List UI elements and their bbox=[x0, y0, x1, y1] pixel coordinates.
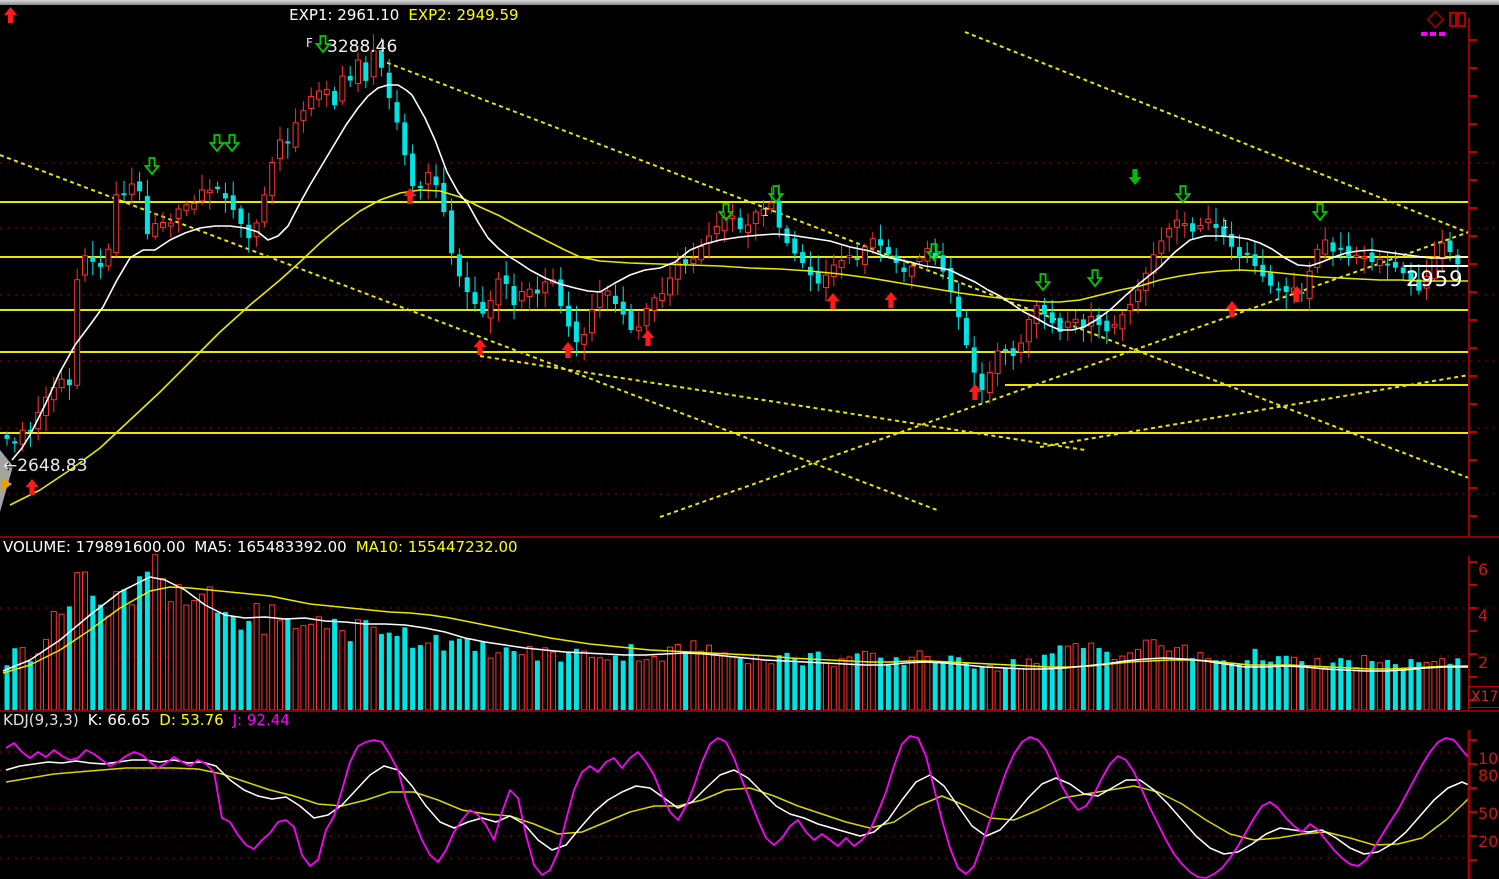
kdj-j-line bbox=[6, 736, 1469, 878]
axis-scale-label: 6 bbox=[1478, 560, 1488, 579]
main-chart-header: 上证指数(日线.前复权) EXPMA(12,50) EXP1: 2961.10 … bbox=[4, 7, 519, 24]
peak-price-label: 3288.46 bbox=[327, 37, 397, 57]
symbol-title: 上证指数(日线.前复权) bbox=[4, 7, 155, 24]
axis-scale-label: 4 bbox=[1478, 606, 1488, 625]
buy-up-arrow-marker bbox=[562, 342, 575, 358]
diamond-icon[interactable] bbox=[1428, 12, 1444, 28]
titlebar-icons bbox=[1418, 8, 1488, 38]
volume-ma10-value: MA10: 155447232.00 bbox=[356, 539, 518, 556]
volume-header: VOLUME: 179891600.00 MA5: 165483392.00 M… bbox=[3, 539, 518, 556]
kdj-k-value: K: 66.65 bbox=[88, 712, 151, 729]
sell-down-arrow-marker bbox=[211, 135, 224, 151]
event-number-marker: 1 bbox=[762, 206, 769, 219]
event-number-marker: 1 bbox=[1222, 218, 1229, 231]
axis-scale-label: 50 bbox=[1478, 804, 1498, 823]
sell-down-arrow-marker bbox=[1177, 186, 1190, 202]
indicator-name: EXPMA(12,50) bbox=[173, 7, 280, 24]
volume-panel[interactable] bbox=[0, 555, 1499, 710]
exp2-value: EXP2: 2949.59 bbox=[408, 7, 518, 24]
sell-down-arrow-marker bbox=[1314, 204, 1327, 220]
main-price-panel[interactable]: F 1 1 bbox=[0, 18, 1499, 536]
low-price-label: ←2648.83 bbox=[3, 456, 88, 476]
volume-bars bbox=[5, 555, 1461, 710]
kdj-header: KDJ(9,3,3) K: 66.65 D: 53.76 J: 92.44 bbox=[3, 712, 290, 729]
sell-down-arrow-marker bbox=[226, 135, 239, 151]
kdj-k-line bbox=[6, 760, 1469, 854]
chart-canvas[interactable]: F 1 1 bbox=[0, 0, 1499, 879]
axis-scale-label: 20 bbox=[1478, 832, 1498, 851]
buy-up-arrow-marker bbox=[827, 293, 840, 309]
restore-window-icon[interactable] bbox=[1450, 13, 1465, 26]
buy-up-arrow-marker bbox=[642, 330, 655, 346]
sell-down-arrow-marker bbox=[146, 158, 159, 174]
window-top-edge bbox=[0, 0, 1499, 5]
axis-scale-label: 80 bbox=[1478, 766, 1498, 785]
kdj-panel[interactable] bbox=[0, 730, 1477, 879]
candlesticks bbox=[5, 34, 1461, 452]
exp1-value: EXP1: 2961.10 bbox=[289, 7, 399, 24]
volume-value: VOLUME: 179891600.00 bbox=[3, 539, 185, 556]
sell-down-arrow-marker bbox=[1037, 274, 1050, 290]
kdj-d-line bbox=[6, 768, 1469, 845]
volume-ma5-value: MA5: 165483392.00 bbox=[194, 539, 346, 556]
kdj-j-value: J: 92.44 bbox=[233, 712, 290, 729]
exp1-ma-line bbox=[12, 85, 1469, 460]
kdj-indicator-name: KDJ(9,3,3) bbox=[3, 712, 79, 729]
chart-application-window: F 1 1 上证指数(日线.前复权) EXPMA(12,50) EXP1: 2961… bbox=[0, 0, 1499, 879]
axis-scale-label: 2 bbox=[1478, 653, 1488, 672]
buy-up-arrow-marker bbox=[885, 292, 898, 308]
current-price-label: 2959 bbox=[1406, 267, 1463, 291]
volume-unit-badge: X17 bbox=[1468, 686, 1499, 708]
flag-marker: F bbox=[306, 36, 313, 50]
sell-down-arrow-marker bbox=[1089, 270, 1102, 286]
kdj-d-value: D: 53.76 bbox=[159, 712, 223, 729]
more-dots-icon[interactable] bbox=[1421, 32, 1445, 36]
sell-down-arrow-solid-marker bbox=[1129, 169, 1142, 185]
